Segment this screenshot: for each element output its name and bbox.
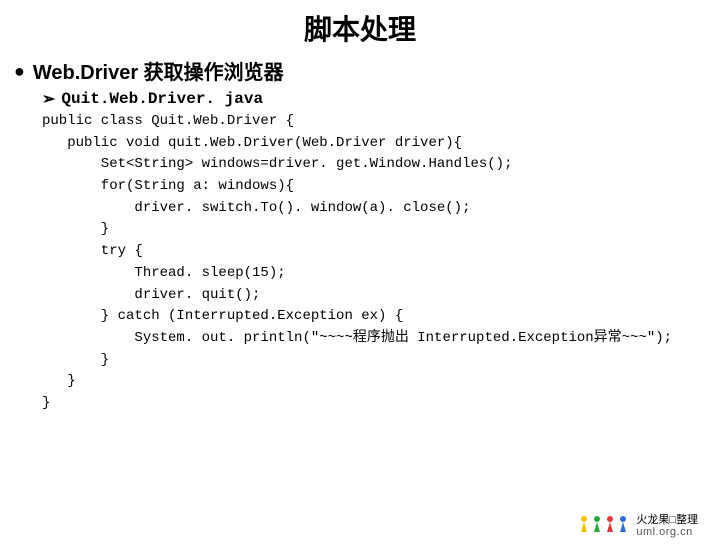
- sub-heading: ➢ Quit.Web.Driver. java: [42, 89, 706, 109]
- page-title: 脚本处理: [0, 8, 720, 48]
- content-area: ● Web.Driver 获取操作浏览器 ➢ Quit.Web.Driver. …: [14, 56, 706, 415]
- footer-text: 火龙果□整理 uml.org.cn: [636, 514, 698, 538]
- footer-logo-icon: [578, 516, 630, 536]
- code-block: public class Quit.Web.Driver { public vo…: [42, 111, 706, 415]
- bullet-text: Web.Driver 获取操作浏览器: [33, 56, 284, 85]
- footer-line2: uml.org.cn: [636, 526, 692, 538]
- sub-text: Quit.Web.Driver. java: [61, 90, 263, 108]
- footer-line1: 火龙果□整理: [636, 514, 698, 526]
- footer: 火龙果□整理 uml.org.cn: [578, 514, 698, 538]
- chevron-right-icon: ➢: [42, 89, 55, 109]
- bullet-icon: ●: [14, 62, 25, 80]
- bullet-heading: ● Web.Driver 获取操作浏览器: [14, 56, 706, 85]
